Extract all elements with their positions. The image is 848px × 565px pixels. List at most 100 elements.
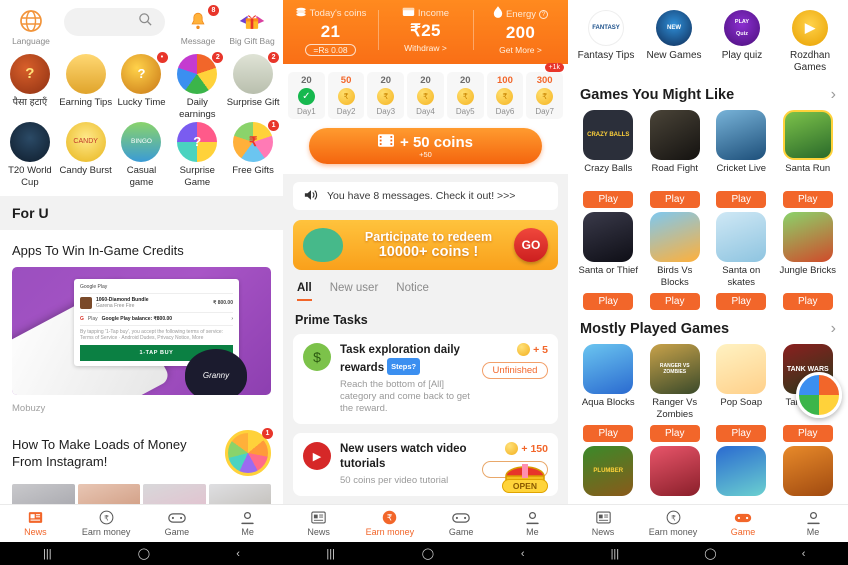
article1-image[interactable]: Google Play 1060-Diamond Bundle Garena F…: [12, 267, 271, 395]
article1-title[interactable]: Apps To Win In-Game Credits: [0, 230, 283, 267]
nav-game[interactable]: Game: [142, 505, 213, 542]
nav-me[interactable]: Me: [497, 505, 568, 542]
shortcut-money-withdraw[interactable]: ? पैसा हटाएँ: [2, 54, 58, 120]
play-button[interactable]: Play: [583, 425, 634, 442]
shortcut-lucky-time[interactable]: ? • Lucky Time: [114, 52, 170, 120]
big-gift-bag-button[interactable]: Big Gift Bag: [227, 8, 277, 46]
game-item[interactable]: RANGER VS ZOMBIES Ranger Vs Zombies Play: [643, 344, 708, 442]
play-button[interactable]: Play: [583, 191, 634, 208]
shortcut-free-gifts[interactable]: ₹ 1 Free Gifts: [225, 120, 281, 188]
nav-earn-money[interactable]: ₹ Earn money: [638, 505, 708, 542]
nav-news[interactable]: News: [283, 505, 354, 542]
checkin-day[interactable]: 50 ₹ Day2: [327, 72, 365, 119]
home-icon[interactable]: ◯: [704, 547, 716, 560]
play-button[interactable]: Play: [716, 425, 767, 442]
shortcut-fantasy-tips[interactable]: FANTASY Fantasy Tips: [572, 10, 640, 74]
help-icon[interactable]: ?: [539, 9, 549, 19]
play-button[interactable]: Play: [782, 293, 833, 310]
task-status-button[interactable]: Unfinished: [482, 362, 548, 379]
tab-notice[interactable]: Notice: [396, 282, 429, 301]
nav-game[interactable]: Game: [708, 505, 778, 542]
play-button[interactable]: Play: [649, 425, 700, 442]
game-item[interactable]: Santa on skates Play: [709, 212, 774, 310]
game-item[interactable]: CRAZY BALLS Crazy Balls Play: [576, 110, 641, 208]
play-button[interactable]: Play: [782, 191, 833, 208]
nav-earn-money[interactable]: ₹ Earn money: [71, 505, 142, 542]
play-button[interactable]: Play: [716, 191, 767, 208]
home-icon[interactable]: ◯: [138, 547, 150, 560]
get-more-link[interactable]: Get More >: [473, 45, 568, 55]
game-item[interactable]: Santa Run Play: [776, 110, 841, 208]
shortcut-play-quiz[interactable]: PLAY Quiz Play quiz: [708, 10, 776, 74]
shortcut-earning-tips[interactable]: Earning Tips: [58, 54, 114, 120]
back-icon[interactable]: ‹: [236, 548, 240, 560]
checkin-day[interactable]: 100 ₹ Day6: [486, 72, 524, 119]
shortcut-candy-burst[interactable]: CANDY Candy Burst: [58, 122, 114, 188]
play-button[interactable]: Play: [649, 293, 700, 310]
watch-video-coins-button[interactable]: + 50 coins +50: [309, 128, 542, 164]
panel1-scroll[interactable]: Language 8 Message Big Gift Bag ? पैसा ह…: [0, 0, 283, 504]
back-icon[interactable]: ‹: [802, 548, 806, 560]
nav-earn-money[interactable]: ₹ Earn money: [354, 505, 425, 542]
shortcut-surprise-game[interactable]: ? Surprise Game: [169, 122, 225, 188]
panel2-scroll[interactable]: You have 8 messages. Check it out! >>> P…: [283, 174, 568, 504]
redeem-promo-banner[interactable]: Participate to redeem 10000+ coins ! GO: [293, 220, 558, 270]
shortcut-rozdhan-games[interactable]: ▶ Rozdhan Games: [776, 10, 844, 74]
article2[interactable]: How To Make Loads of Money From Instagra…: [0, 424, 283, 484]
game-item[interactable]: Pop Soap Play: [709, 344, 774, 442]
game-item[interactable]: PLUMBER: [576, 446, 641, 496]
checkin-day[interactable]: 20 ₹ Day4: [407, 72, 444, 119]
play-button[interactable]: Play: [583, 293, 634, 310]
nav-news[interactable]: News: [568, 505, 638, 542]
recents-icon[interactable]: |||: [326, 548, 335, 560]
recents-icon[interactable]: |||: [43, 548, 52, 560]
shortcut-daily-earnings[interactable]: 2 Daily earnings: [169, 52, 225, 120]
shortcut-casual-game[interactable]: BINGO Casual game: [114, 122, 170, 188]
nav-me[interactable]: Me: [778, 505, 848, 542]
shortcut-new-games[interactable]: NEW New Games: [640, 10, 708, 74]
checkin-day[interactable]: 20 ₹ Day5: [446, 72, 484, 119]
game-item[interactable]: Birds Vs Blocks Play: [643, 212, 708, 310]
recents-icon[interactable]: |||: [611, 548, 620, 560]
task-card[interactable]: ▶ New users watch video tutorials 50 coi…: [293, 433, 558, 496]
wallet-energy[interactable]: Energy? 200 Get More >: [473, 6, 568, 56]
shortcut-t20-world-cup[interactable]: T20 World Cup: [2, 122, 58, 188]
home-icon[interactable]: ◯: [422, 547, 434, 560]
mostly-played-games-header[interactable]: Mostly Played Games ›: [568, 310, 848, 344]
withdraw-link[interactable]: Withdraw >: [378, 43, 473, 53]
chevron-right-icon[interactable]: ›: [831, 86, 836, 104]
play-button[interactable]: Play: [649, 191, 700, 208]
task-card[interactable]: $ Task exploration daily rewards Steps? R…: [293, 334, 558, 424]
nav-game[interactable]: Game: [426, 505, 497, 542]
wallet-todays-coins[interactable]: Today's coins 21 =Rs 0.08: [283, 6, 378, 56]
game-item[interactable]: Road Fight Play: [643, 110, 708, 208]
steps-badge[interactable]: Steps?: [387, 358, 421, 375]
game-item[interactable]: Jungle Bricks Play: [776, 212, 841, 310]
nav-me[interactable]: Me: [212, 505, 283, 542]
language-button[interactable]: Language: [6, 8, 56, 46]
game-item[interactable]: [776, 446, 841, 496]
tab-all[interactable]: All: [297, 282, 312, 301]
open-chest-button[interactable]: OPEN: [501, 479, 548, 493]
promo-go-button[interactable]: GO: [514, 228, 548, 262]
tab-new-user[interactable]: New user: [330, 282, 379, 301]
play-button[interactable]: Play: [782, 425, 833, 442]
game-item[interactable]: Santa or Thief Play: [576, 212, 641, 310]
game-item[interactable]: [709, 446, 774, 496]
checkin-day[interactable]: 20 ₹ Day3: [367, 72, 405, 119]
article2-thumbnails[interactable]: [0, 484, 283, 504]
shortcut-surprise-gift[interactable]: 2 Surprise Gift: [225, 52, 281, 120]
floating-spin-wheel-button[interactable]: [796, 372, 842, 418]
search-input[interactable]: [64, 8, 165, 36]
games-you-might-like-header[interactable]: Games You Might Like ›: [568, 76, 848, 110]
game-item[interactable]: [643, 446, 708, 496]
message-banner[interactable]: You have 8 messages. Check it out! >>>: [293, 182, 558, 210]
chevron-right-icon[interactable]: ›: [831, 320, 836, 338]
back-icon[interactable]: ‹: [521, 548, 525, 560]
wallet-income[interactable]: Income ₹25 Withdraw >: [378, 6, 473, 56]
game-item[interactable]: Aqua Blocks Play: [576, 344, 641, 442]
panel3-scroll[interactable]: FANTASY Fantasy Tips NEW New Games PLAY Q…: [568, 0, 848, 504]
nav-news[interactable]: News: [0, 505, 71, 542]
play-button[interactable]: Play: [716, 293, 767, 310]
checkin-day[interactable]: +1k 300 ₹ Day7: [526, 63, 565, 119]
